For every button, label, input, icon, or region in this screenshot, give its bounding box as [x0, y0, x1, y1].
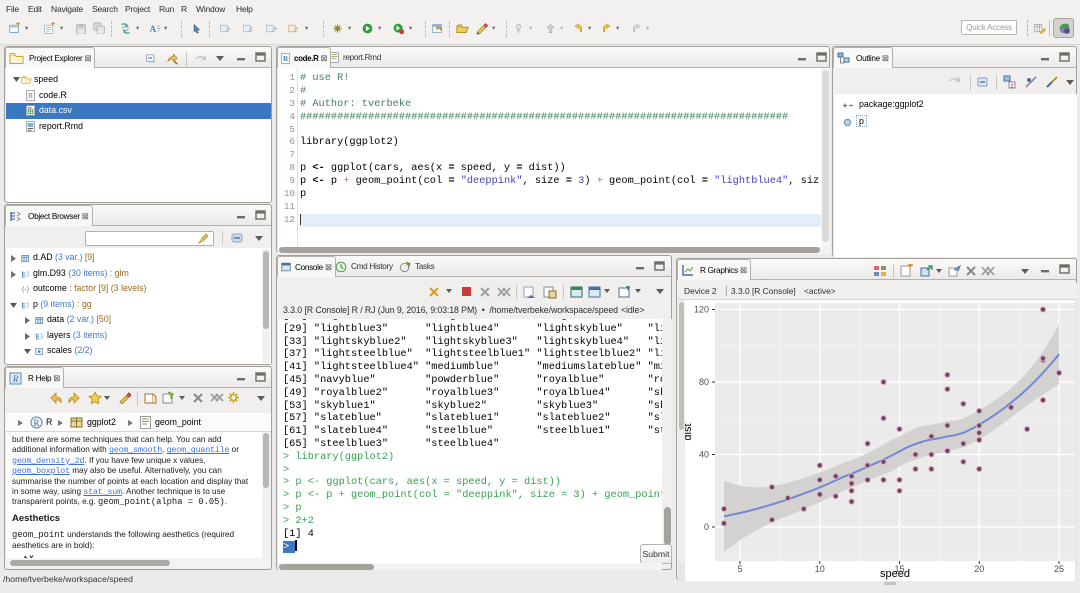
- svg-text:25: 25: [1054, 564, 1064, 574]
- svg-text:80: 80: [699, 377, 709, 387]
- svg-text:10: 10: [815, 564, 825, 574]
- svg-text:dist: dist: [685, 423, 694, 440]
- svg-text:40: 40: [699, 450, 709, 460]
- svg-text:z: z: [1010, 83, 1013, 90]
- svg-text:R: R: [33, 418, 39, 428]
- svg-text:5: 5: [737, 564, 742, 574]
- svg-text:R: R: [28, 90, 33, 99]
- svg-text:speed: speed: [880, 568, 910, 580]
- svg-text:A: A: [150, 24, 157, 34]
- svg-text:20: 20: [974, 564, 984, 574]
- svg-text:R: R: [12, 374, 19, 384]
- svg-text:120: 120: [694, 305, 709, 315]
- svg-text:0: 0: [704, 522, 709, 532]
